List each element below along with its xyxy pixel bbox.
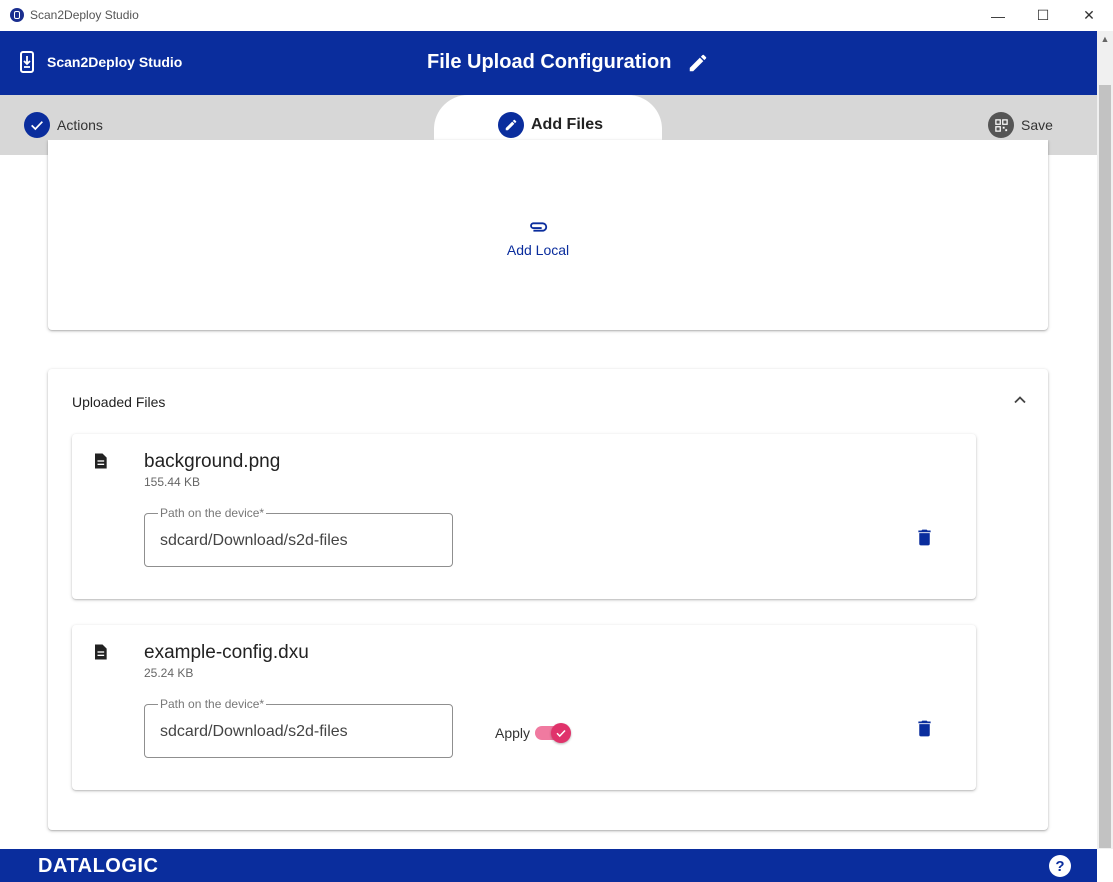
footer <box>0 849 1097 882</box>
delete-icon[interactable] <box>914 718 935 739</box>
tab-add-files-label: Add Files <box>531 116 604 133</box>
page-title: File Upload Configuration <box>427 51 672 73</box>
tab-save-overlay[interactable]: Save <box>988 112 1053 138</box>
close-button[interactable]: ✕ <box>1066 0 1112 31</box>
help-icon[interactable]: ? <box>1049 855 1071 877</box>
path-input[interactable]: Path on the device* sdcard/Download/s2d-… <box>144 697 453 758</box>
path-input-value: sdcard/Download/s2d-files <box>160 532 348 549</box>
add-local-button[interactable]: Add Local <box>500 216 576 258</box>
file-icon <box>95 644 107 660</box>
path-input-value: sdcard/Download/s2d-files <box>160 723 348 740</box>
file-size: 155.44 KB <box>144 475 201 489</box>
file-size: 25.24 KB <box>144 666 194 680</box>
tab-add-files[interactable]: Add Files <box>498 112 603 138</box>
app-icon <box>10 8 24 22</box>
window-title: Scan2Deploy Studio <box>30 8 139 22</box>
delete-icon[interactable] <box>914 527 935 548</box>
edit-title-icon[interactable] <box>687 52 709 74</box>
qr-code-icon <box>988 112 1014 138</box>
brand-name: Scan2Deploy Studio <box>47 54 183 70</box>
file-icon <box>95 453 107 469</box>
uploaded-files-title: Uploaded Files <box>72 394 166 410</box>
window-titlebar <box>0 0 1113 32</box>
path-input-label: Path on the device* <box>158 506 267 520</box>
check-icon <box>24 112 50 138</box>
maximize-button[interactable]: ☐ <box>1020 0 1066 31</box>
datalogic-logo: DATALOGIC <box>38 855 159 877</box>
tab-actions-overlay[interactable]: Actions <box>24 112 103 138</box>
scrollbar-thumb[interactable] <box>1099 85 1111 848</box>
file-name: example-config.dxu <box>144 642 309 663</box>
apply-label: Apply <box>495 725 531 741</box>
file-name: background.png <box>144 451 281 472</box>
tab-save-label: Save <box>1021 117 1053 133</box>
scroll-up-arrow-icon[interactable]: ▲ <box>1099 34 1111 48</box>
tab-actions-label: Actions <box>57 117 103 133</box>
path-input-label: Path on the device* <box>158 697 267 711</box>
paperclip-icon <box>530 222 548 232</box>
minimize-button[interactable]: — <box>975 0 1021 31</box>
scanner-download-icon <box>20 51 34 73</box>
toggle-check-icon[interactable] <box>551 723 571 743</box>
chevron-up-icon[interactable] <box>1010 390 1030 410</box>
add-local-label: Add Local <box>506 242 570 258</box>
path-input[interactable]: Path on the device* sdcard/Download/s2d-… <box>144 506 453 567</box>
pencil-icon <box>498 112 524 138</box>
